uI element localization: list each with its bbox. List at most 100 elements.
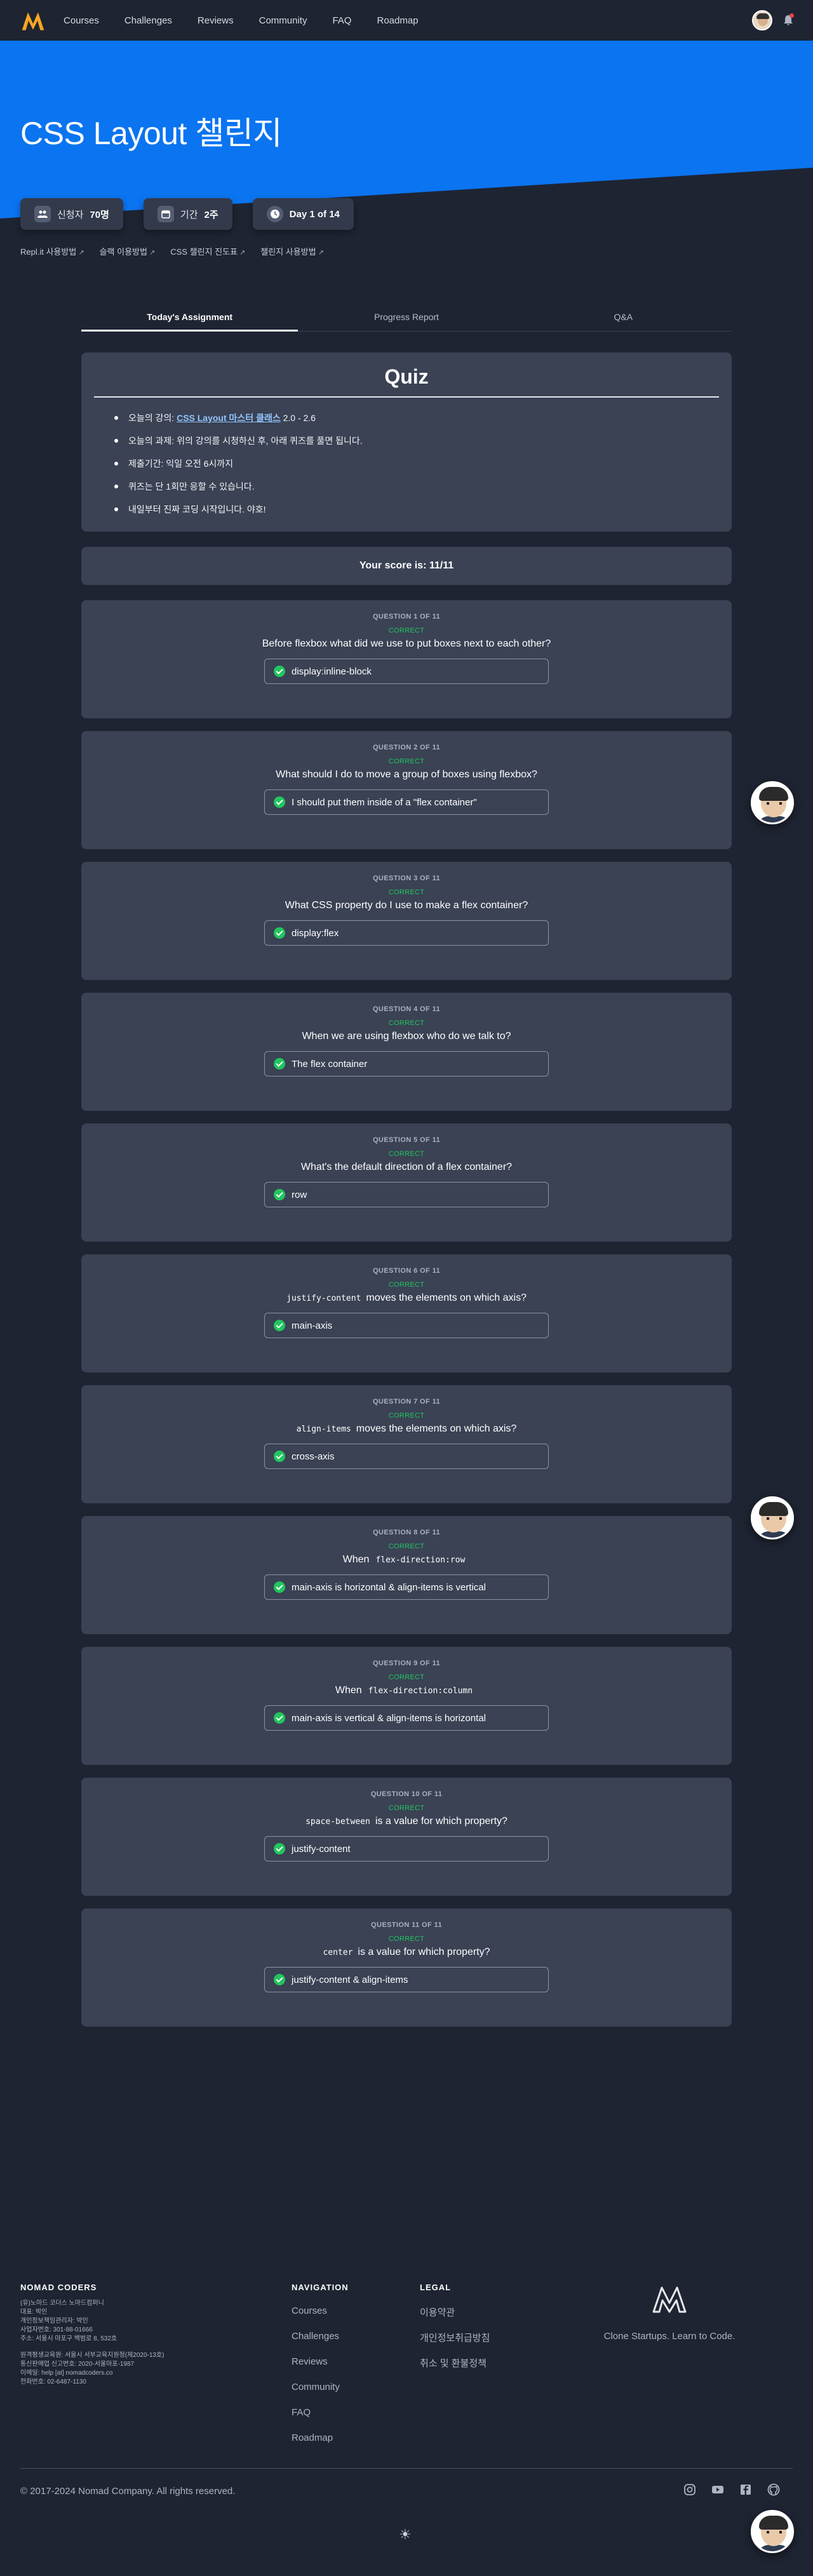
- question-code: space-between: [306, 1817, 370, 1827]
- nav-challenges[interactable]: Challenges: [124, 15, 172, 26]
- link-replit-guide[interactable]: Repl.it 사용방법: [20, 245, 84, 257]
- link-slack-guide[interactable]: 슬랙 이용방법: [100, 245, 156, 257]
- top-navigation: Courses Challenges Reviews Community FAQ…: [0, 0, 813, 41]
- floating-chat-avatar[interactable]: [751, 2510, 794, 2553]
- check-circle-icon: [274, 1189, 285, 1200]
- question-text-body: What CSS property do I use to make a fle…: [285, 900, 528, 911]
- floating-chat-avatar[interactable]: [751, 1496, 794, 1540]
- instagram-icon[interactable]: [683, 2483, 696, 2496]
- footer-link-roadmap[interactable]: Roadmap: [292, 2432, 340, 2458]
- question-card: QUESTION 8 OF 11 CORRECT When flex-direct…: [81, 1516, 732, 1634]
- question-number: QUESTION 6 OF 11: [372, 1267, 441, 1275]
- footer-link-community[interactable]: Community: [292, 2382, 340, 2407]
- question-answer[interactable]: justify-content & align-items: [264, 1967, 549, 1992]
- question-text: When we are using flexbox who do we talk…: [81, 1031, 732, 1042]
- footer-link-challenges[interactable]: Challenges: [292, 2331, 340, 2356]
- answer-text: display:flex: [292, 927, 339, 939]
- stat-duration-label: 기간: [180, 209, 198, 220]
- nav-courses[interactable]: Courses: [64, 15, 99, 26]
- question-number: QUESTION 3 OF 11: [372, 875, 441, 882]
- question-answer[interactable]: display:inline-block: [264, 659, 549, 684]
- question-text-body: is a value for which property?: [375, 1816, 507, 1827]
- question-text: center is a value for which property?: [81, 1947, 732, 1958]
- question-text: align-items moves the elements on which a…: [81, 1423, 732, 1435]
- question-text-body: What's the default direction of a flex c…: [300, 1162, 513, 1172]
- link-challenge-guide[interactable]: 챌린지 사용방법: [260, 245, 324, 257]
- check-circle-icon: [274, 927, 285, 939]
- footer-legal-title: LEGAL: [420, 2283, 452, 2292]
- question-answer[interactable]: I should put them inside of a "flex cont…: [264, 789, 549, 815]
- question-card: QUESTION 11 OF 11 CORRECT center is a val…: [81, 1909, 732, 2027]
- check-circle-icon: [274, 666, 285, 677]
- stat-applicants: 신청자 70명: [20, 198, 123, 230]
- question-number: QUESTION 4 OF 11: [372, 1005, 441, 1013]
- question-number: QUESTION 11 OF 11: [371, 1921, 442, 1929]
- footer-legal: 이용약관 개인정보취급방침 취소 및 환불정책: [420, 2305, 490, 2382]
- answer-text: display:inline-block: [292, 666, 372, 677]
- question-status: CORRECT: [388, 1804, 425, 1812]
- question-code: flex-direction:column: [368, 1686, 473, 1696]
- nav-roadmap[interactable]: Roadmap: [377, 15, 418, 26]
- footer-link-faq[interactable]: FAQ: [292, 2407, 340, 2432]
- footer-copyright: © 2017-2024 Nomad Company. All rights re…: [20, 2486, 236, 2497]
- footer-link-reviews[interactable]: Reviews: [292, 2356, 340, 2382]
- footer-link-privacy[interactable]: 개인정보취급방침: [420, 2331, 490, 2356]
- answer-text: justify-content: [292, 1843, 351, 1855]
- lecture-link[interactable]: CSS Layout 마스터 클래스: [177, 413, 281, 423]
- tab-qna[interactable]: Q&A: [515, 302, 732, 331]
- check-circle-icon: [274, 1320, 285, 1331]
- nav-reviews[interactable]: Reviews: [198, 15, 234, 26]
- footer-link-courses[interactable]: Courses: [292, 2305, 340, 2331]
- quiz-title: Quiz: [384, 365, 429, 388]
- answer-text: cross-axis: [292, 1451, 335, 1462]
- quiz-instruction-item: 내일부터 진짜 코딩 시작입니다. 야호!: [114, 503, 732, 526]
- facebook-icon[interactable]: [739, 2483, 752, 2496]
- question-status: CORRECT: [388, 1412, 425, 1419]
- question-code: align-items: [296, 1425, 351, 1434]
- question-answer[interactable]: justify-content: [264, 1836, 549, 1862]
- question-answer[interactable]: main-axis is horizontal & align-items is…: [264, 1574, 549, 1600]
- theme-toggle-sun-icon[interactable]: ☀: [399, 2526, 412, 2543]
- answer-text: I should put them inside of a "flex cont…: [292, 796, 477, 808]
- floating-chat-avatar[interactable]: [751, 781, 794, 824]
- stat-day-value: Day 1 of 14: [289, 208, 340, 220]
- guide-links: Repl.it 사용방법 슬랙 이용방법 CSS 챌린지 진도표 챌린지 사용방…: [20, 245, 324, 257]
- question-number: QUESTION 5 OF 11: [372, 1136, 441, 1144]
- nav-faq[interactable]: FAQ: [332, 15, 351, 26]
- calendar-icon: [157, 206, 174, 222]
- question-card: QUESTION 4 OF 11 CORRECT When we are usi…: [81, 993, 732, 1111]
- link-progress-table[interactable]: CSS 챌린지 진도표: [170, 245, 245, 257]
- youtube-icon[interactable]: [711, 2483, 724, 2496]
- notification-bell-icon[interactable]: [784, 13, 794, 26]
- nav-community[interactable]: Community: [259, 15, 307, 26]
- company-line: (유)노마드 코더스 노마드컴퍼니: [20, 2300, 104, 2307]
- quiz-divider: [94, 396, 719, 398]
- question-text: When flex-direction:column: [81, 1685, 732, 1696]
- check-circle-icon: [274, 796, 285, 808]
- tab-progress-report[interactable]: Progress Report: [298, 302, 514, 331]
- question-card: QUESTION 1 OF 11 CORRECT Before flexbox …: [81, 600, 732, 718]
- question-answer[interactable]: main-axis: [264, 1313, 549, 1338]
- question-status: CORRECT: [388, 1543, 425, 1550]
- question-status: CORRECT: [388, 1150, 425, 1158]
- answer-text: main-axis: [292, 1320, 333, 1331]
- footer-link-refund[interactable]: 취소 및 환불정책: [420, 2356, 490, 2382]
- question-number: QUESTION 7 OF 11: [372, 1398, 441, 1405]
- stat-applicants-value: 70명: [90, 209, 109, 220]
- question-text-body: Before flexbox what did we use to put bo…: [262, 638, 551, 649]
- question-answer[interactable]: display:flex: [264, 920, 549, 946]
- user-avatar[interactable]: [752, 10, 772, 30]
- question-text: Before flexbox what did we use to put bo…: [81, 638, 732, 650]
- github-icon[interactable]: [767, 2483, 780, 2496]
- nomad-logo-icon[interactable]: [20, 9, 46, 32]
- company-line: 원격평생교육원: 서울시 서부교육지원청(제2020-13호): [20, 2352, 165, 2359]
- answer-text: justify-content & align-items: [292, 1974, 408, 1985]
- question-status: CORRECT: [388, 1674, 425, 1681]
- question-answer[interactable]: row: [264, 1182, 549, 1207]
- quiz-instruction-item: 오늘의 과제: 위의 강의를 시청하신 후, 아래 퀴즈를 풀면 됩니다.: [114, 434, 732, 457]
- question-answer[interactable]: The flex container: [264, 1051, 549, 1077]
- footer-link-terms[interactable]: 이용약관: [420, 2305, 490, 2331]
- tab-todays-assignment[interactable]: Today's Assignment: [81, 302, 299, 332]
- question-answer[interactable]: main-axis is vertical & align-items is h…: [264, 1705, 549, 1731]
- question-answer[interactable]: cross-axis: [264, 1444, 549, 1469]
